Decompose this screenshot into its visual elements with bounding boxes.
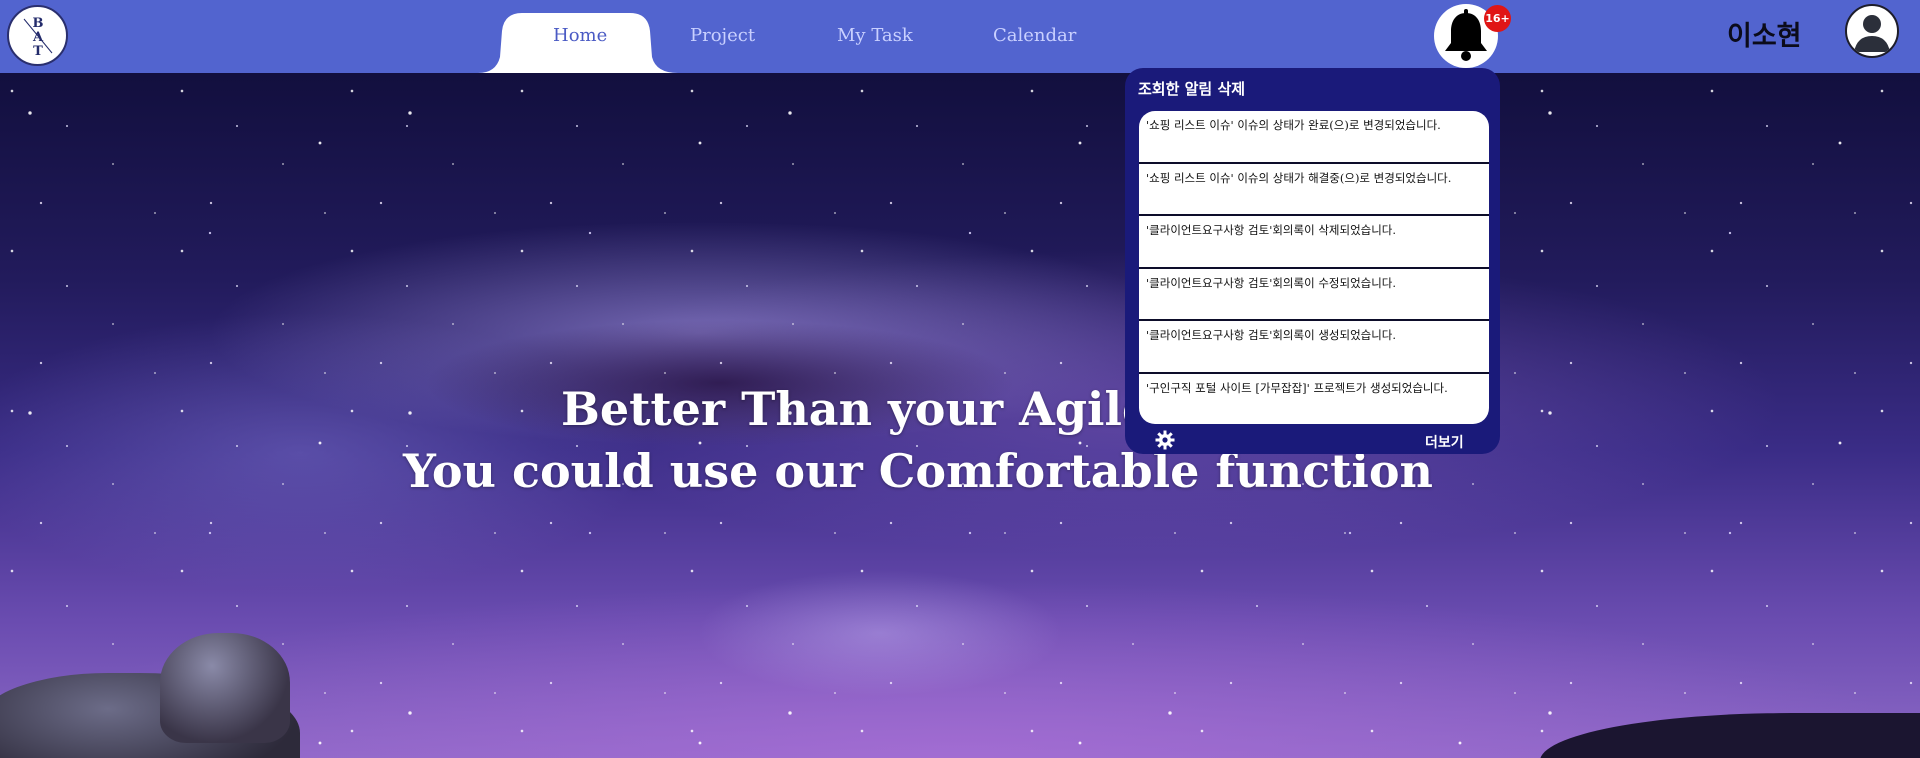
person-silhouette-icon: [1854, 15, 1890, 52]
gear-icon[interactable]: [1155, 430, 1175, 450]
nav-home[interactable]: Home: [553, 25, 607, 46]
notification-item[interactable]: '클라이언트요구사항 검토'회의록이 삭제되었습니다.: [1139, 216, 1489, 269]
notification-item[interactable]: '클라이언트요구사항 검토'회의록이 생성되었습니다.: [1139, 321, 1489, 374]
hero-tagline: Better Than your Agile Tool You could us…: [0, 378, 1836, 502]
see-more-link[interactable]: 더보기: [1425, 432, 1464, 452]
hero-line-1: Better Than your Agile Tool: [560, 382, 1276, 436]
bat-logo[interactable]: B A T: [7, 5, 68, 66]
notification-count-badge: 16+: [1484, 5, 1511, 32]
user-avatar-icon[interactable]: [1845, 4, 1899, 58]
hero-line-2: You could use our Comfortable function: [403, 444, 1433, 498]
notification-item[interactable]: '클라이언트요구사항 검토'회의록이 수정되었습니다.: [1139, 269, 1489, 321]
svg-text:T: T: [33, 44, 43, 59]
notification-dropdown: 조회한 알림 삭제 '쇼핑 리스트 이슈' 이슈의 상태가 완료(으)로 변경되…: [1125, 68, 1500, 454]
notification-item[interactable]: '쇼핑 리스트 이슈' 이슈의 상태가 해결중(으)로 변경되었습니다.: [1139, 164, 1489, 216]
delete-read-notifications-button[interactable]: 조회한 알림 삭제: [1138, 78, 1245, 99]
rock-silhouette: [160, 633, 290, 743]
top-navbar: B A T Home Project My Task Calendar 16+ …: [0, 0, 1920, 73]
svg-text:A: A: [31, 30, 43, 45]
nav-my-task[interactable]: My Task: [837, 25, 913, 46]
notification-item[interactable]: '쇼핑 리스트 이슈' 이슈의 상태가 완료(으)로 변경되었습니다.: [1139, 111, 1489, 164]
nav-project[interactable]: Project: [690, 25, 755, 46]
svg-text:B: B: [32, 16, 43, 31]
notification-list: '쇼핑 리스트 이슈' 이슈의 상태가 완료(으)로 변경되었습니다. '쇼핑 …: [1139, 111, 1489, 424]
user-name[interactable]: 이소현: [1727, 14, 1802, 53]
logo-mark-icon: B A T: [23, 16, 52, 59]
notification-item[interactable]: '구인구직 포털 사이트 [가무잡잡]' 프로젝트가 생성되었습니다.: [1139, 374, 1489, 425]
nav-calendar[interactable]: Calendar: [993, 25, 1076, 46]
